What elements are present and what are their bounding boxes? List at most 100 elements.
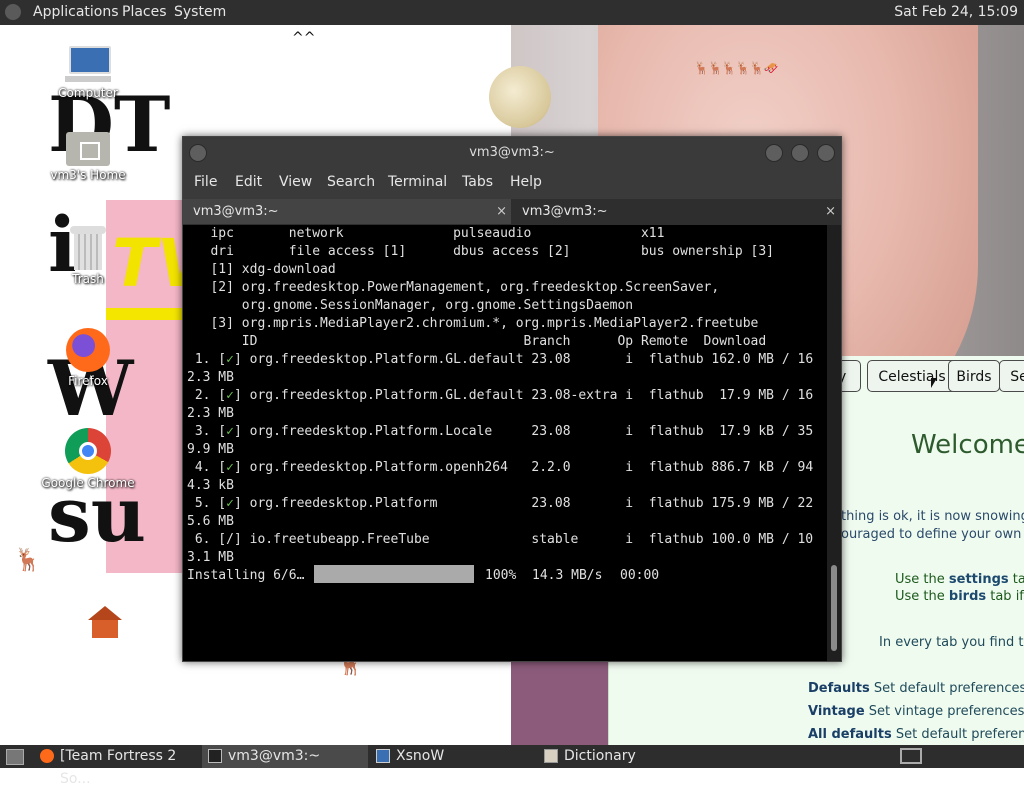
background-caret-text: ^^ (292, 30, 316, 46)
terminal-line: dri file access [1] dbus access [2] bus … (187, 244, 774, 259)
menu-file[interactable]: File (194, 174, 217, 190)
terminal-line: 5.6 MB (187, 514, 234, 529)
firefox-icon (66, 328, 110, 372)
terminal-menubar: File Edit View Search Terminal Tabs Help (183, 169, 841, 199)
taskbar-item-label: XsnoW (396, 748, 445, 764)
terminal-line: [2] org.freedesktop.PowerManagement, org… (187, 280, 720, 295)
santa-sleigh-decoration: 🦌🦌🦌🦌🦌🛷 (694, 61, 779, 75)
desktop-icon-trash[interactable]: Trash (33, 226, 143, 286)
terminal-line: 5. [✓] org.freedesktop.Platform 23.08 i … (187, 496, 814, 511)
workspace-switcher-icon[interactable] (900, 748, 922, 764)
close-tab-icon[interactable]: × (496, 199, 507, 224)
moon-decoration (489, 66, 551, 128)
menu-view[interactable]: View (279, 174, 312, 190)
terminal-line: ipc network pulseaudio x11 (187, 226, 665, 241)
scrollbar-thumb[interactable] (831, 565, 837, 651)
terminal-line: 9.9 MB (187, 442, 234, 457)
taskbar-item-label: Dictionary (564, 748, 636, 764)
vintage-button[interactable]: Vintage (808, 704, 865, 719)
terminal-scrollbar[interactable] (827, 225, 841, 661)
taskbar-item-xsnow[interactable]: XsnoW (370, 745, 536, 768)
desktop-icon-label: Firefox (68, 374, 108, 388)
show-desktop-icon[interactable] (6, 749, 24, 765)
terminal-line: [3] org.mpris.MediaPlayer2.chromium.*, o… (187, 316, 759, 331)
background-yellow-bar (106, 308, 184, 320)
terminal-line: 4. [✓] org.freedesktop.Platform.openh264… (187, 460, 814, 475)
xsnow-settings-hint: Use the settings tab if (895, 572, 1024, 587)
menu-search[interactable]: Search (327, 174, 375, 190)
terminal-line: 6. [/] io.freetubeapp.FreeTube stable i … (187, 532, 814, 547)
computer-icon (65, 46, 111, 84)
maximize-icon[interactable] (791, 144, 809, 162)
xsnow-welcome-heading: Welcome (911, 430, 1024, 460)
terminal-output[interactable]: ipc network pulseaudio x11 dri file acce… (183, 225, 827, 661)
terminal-line: 4.3 kB (187, 478, 234, 493)
taskbar-item-dictionary[interactable]: Dictionary (538, 745, 704, 768)
terminal-progress-line: Installing 6/6… 100% 14.3 MB/s 00:00 (183, 565, 827, 585)
window-menu-icon[interactable] (189, 144, 207, 162)
moose-decoration: 🦌 (14, 548, 42, 573)
distro-logo-icon[interactable] (5, 4, 21, 20)
menu-places[interactable]: Places (122, 4, 167, 20)
home-folder-icon (66, 128, 110, 166)
taskbar: [Team Fortress 2 So... vm3@vm3:~ XsnoW D… (0, 745, 1024, 787)
desktop-icon-home[interactable]: vm3's Home (33, 128, 143, 182)
xsnow-intro-text: ouraged to define your own pre (841, 527, 1024, 542)
mouse-cursor-icon (931, 378, 937, 388)
desktop-icon-computer[interactable]: Computer (33, 46, 143, 100)
chrome-icon (65, 428, 111, 474)
menu-system[interactable]: System (174, 4, 226, 20)
xsnow-intro-text: thing is ok, it is now snowing or (841, 509, 1024, 524)
terminal-window: vm3@vm3:~ File Edit View Search Terminal… (182, 136, 842, 662)
close-tab-icon[interactable]: × (825, 199, 836, 224)
terminal-title: vm3@vm3:~ (469, 145, 555, 160)
tab-birds[interactable]: Birds (948, 360, 1000, 392)
terminal-titlebar[interactable]: vm3@vm3:~ (183, 137, 841, 169)
tab-celestials[interactable]: Celestials (867, 360, 957, 392)
xsnow-vintage-row: Vintage Set vintage preferences for (808, 704, 1024, 719)
desktop-icon-label: Google Chrome (41, 476, 135, 490)
menu-edit[interactable]: Edit (235, 174, 262, 190)
taskbar-item-terminal[interactable]: vm3@vm3:~ (202, 745, 368, 768)
xsnow-birds-hint: Use the birds tab if bir (895, 589, 1024, 604)
minimize-icon[interactable] (765, 144, 783, 162)
window-icon (376, 749, 390, 763)
dictionary-icon (544, 749, 558, 763)
menu-help[interactable]: Help (510, 174, 542, 190)
menu-tabs[interactable]: Tabs (462, 174, 493, 190)
terminal-lines: ipc network pulseaudio x11 dri file acce… (183, 225, 827, 567)
desktop-icon-label: vm3's Home (50, 168, 126, 182)
terminal-line: 2.3 MB (187, 370, 234, 385)
terminal-tab-2[interactable]: vm3@vm3:~ × (512, 199, 840, 224)
terminal-line: 3.1 MB (187, 550, 234, 565)
close-icon[interactable] (817, 144, 835, 162)
desktop-icon-label: Trash (72, 272, 104, 286)
progress-speed: 14.3 MB/s (532, 568, 603, 583)
taskbar-item-firefox[interactable]: [Team Fortress 2 So... (34, 745, 202, 787)
defaults-button[interactable]: Defaults (808, 681, 870, 696)
all-defaults-button[interactable]: All defaults (808, 727, 892, 742)
menu-terminal[interactable]: Terminal (388, 174, 447, 190)
tab-label: vm3@vm3:~ (193, 204, 279, 219)
desktop-icon-firefox[interactable]: Firefox (33, 328, 143, 388)
trash-icon (70, 226, 106, 270)
progress-percent: 100% (485, 568, 517, 583)
clock[interactable]: Sat Feb 24, 15:09 (894, 4, 1018, 20)
terminal-line: 2. [✓] org.freedesktop.Platform.GL.defau… (187, 388, 814, 403)
progress-eta: 00:00 (620, 568, 660, 583)
xsnow-defaults-row: Defaults Set default preferences fo (808, 681, 1024, 696)
tab-settings[interactable]: Se (999, 360, 1024, 392)
terminal-icon (208, 749, 222, 763)
install-progress-fill (314, 565, 474, 583)
menu-applications[interactable]: Applications (33, 4, 119, 20)
tab-label: vm3@vm3:~ (522, 204, 608, 219)
xsnow-all-defaults-row: All defaults Set default preferences for (808, 727, 1024, 742)
terminal-tab-1[interactable]: vm3@vm3:~ × (183, 199, 511, 224)
progress-prefix: Installing 6/6… (187, 568, 305, 583)
terminal-line: org.gnome.SessionManager, org.gnome.Sett… (187, 298, 634, 313)
terminal-line: 2.3 MB (187, 406, 234, 421)
desktop-icon-chrome[interactable]: Google Chrome (33, 428, 143, 490)
background-purple-block (511, 655, 608, 745)
terminal-line: 3. [✓] org.freedesktop.Platform.Locale 2… (187, 424, 814, 439)
house-decoration (88, 606, 122, 638)
